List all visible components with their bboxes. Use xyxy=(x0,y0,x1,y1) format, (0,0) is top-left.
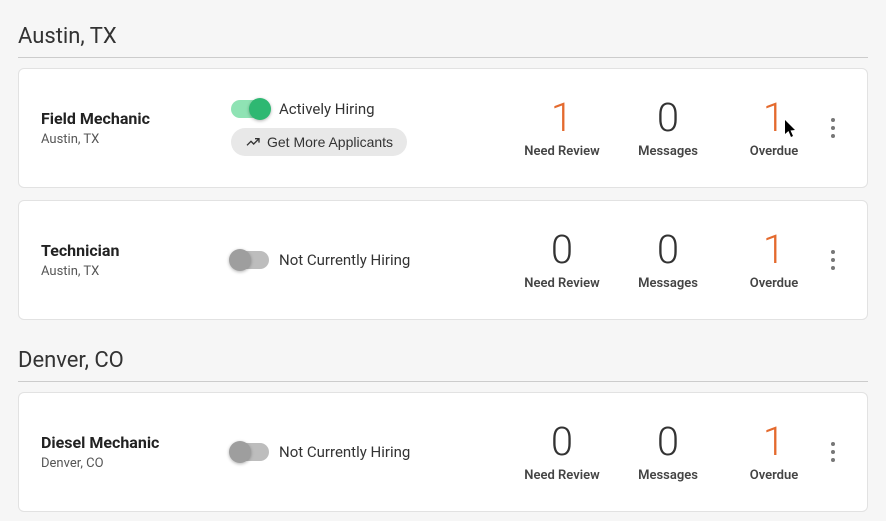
metric-label: Messages xyxy=(629,468,707,483)
metric-value: 0 xyxy=(523,422,601,462)
location-heading: Austin, TX xyxy=(18,8,868,58)
job-title-block: Field Mechanic Austin, TX xyxy=(41,109,231,147)
more-menu-icon[interactable] xyxy=(821,108,845,148)
messages-metric[interactable]: 0 Messages xyxy=(629,422,707,483)
job-title: Field Mechanic xyxy=(41,109,231,128)
status-row: Not Currently Hiring xyxy=(231,251,410,269)
metric-label: Overdue xyxy=(735,276,813,291)
metric-label: Need Review xyxy=(523,276,601,291)
job-title: Diesel Mechanic xyxy=(41,433,231,452)
job-sublocation: Austin, TX xyxy=(41,132,231,147)
hiring-toggle[interactable] xyxy=(231,100,269,118)
location-heading: Denver, CO xyxy=(18,332,868,382)
status-text: Actively Hiring xyxy=(279,100,375,118)
metrics: 0 Need Review 0 Messages 1 Overdue xyxy=(523,230,813,291)
metric-label: Need Review xyxy=(523,144,601,159)
job-title-block: Technician Austin, TX xyxy=(41,241,231,279)
need-review-metric[interactable]: 1 Need Review xyxy=(523,98,601,159)
job-title-block: Diesel Mechanic Denver, CO xyxy=(41,433,231,471)
need-review-metric[interactable]: 0 Need Review xyxy=(523,230,601,291)
metric-value: 1 xyxy=(735,422,813,462)
toggle-knob xyxy=(229,249,251,271)
metric-label: Need Review xyxy=(523,468,601,483)
more-menu-icon[interactable] xyxy=(821,432,845,472)
metric-label: Messages xyxy=(629,144,707,159)
status-row: Not Currently Hiring xyxy=(231,443,410,461)
overdue-metric[interactable]: 1 Overdue xyxy=(735,422,813,483)
status-text: Not Currently Hiring xyxy=(279,443,410,461)
need-review-metric[interactable]: 0 Need Review xyxy=(523,422,601,483)
toggle-knob xyxy=(249,98,271,120)
status-block: Not Currently Hiring xyxy=(231,251,523,269)
toggle-knob xyxy=(229,441,251,463)
job-sublocation: Denver, CO xyxy=(41,456,231,471)
metric-value: 0 xyxy=(629,98,707,138)
metric-value: 1 xyxy=(523,98,601,138)
metric-value: 0 xyxy=(629,230,707,270)
overdue-metric[interactable]: 1 Overdue xyxy=(735,98,813,159)
hiring-toggle[interactable] xyxy=(231,443,269,461)
job-card[interactable]: Technician Austin, TX Not Currently Hiring… xyxy=(18,200,868,320)
metric-value: 1 xyxy=(735,98,813,138)
job-card[interactable]: Diesel Mechanic Denver, CO Not Currently H… xyxy=(18,392,868,512)
metric-value: 0 xyxy=(523,230,601,270)
metric-label: Messages xyxy=(629,276,707,291)
metric-value: 0 xyxy=(629,422,707,462)
hiring-toggle[interactable] xyxy=(231,251,269,269)
metric-label: Overdue xyxy=(735,468,813,483)
status-block: Not Currently Hiring xyxy=(231,443,523,461)
trend-up-icon xyxy=(245,134,261,150)
more-menu-icon[interactable] xyxy=(821,240,845,280)
metrics: 1 Need Review 0 Messages 1 Overdue xyxy=(523,98,813,159)
job-card[interactable]: Field Mechanic Austin, TX Actively Hiring G… xyxy=(18,68,868,188)
metric-value: 1 xyxy=(735,230,813,270)
messages-metric[interactable]: 0 Messages xyxy=(629,98,707,159)
status-text: Not Currently Hiring xyxy=(279,251,410,269)
messages-metric[interactable]: 0 Messages xyxy=(629,230,707,291)
metric-label: Overdue xyxy=(735,144,813,159)
status-row: Actively Hiring xyxy=(231,100,375,118)
status-block: Actively Hiring Get More Applicants xyxy=(231,100,523,156)
get-more-applicants-button[interactable]: Get More Applicants xyxy=(231,128,407,156)
metrics: 0 Need Review 0 Messages 1 Overdue xyxy=(523,422,813,483)
overdue-metric[interactable]: 1 Overdue xyxy=(735,230,813,291)
job-sublocation: Austin, TX xyxy=(41,264,231,279)
job-title: Technician xyxy=(41,241,231,260)
chip-label: Get More Applicants xyxy=(267,134,393,150)
